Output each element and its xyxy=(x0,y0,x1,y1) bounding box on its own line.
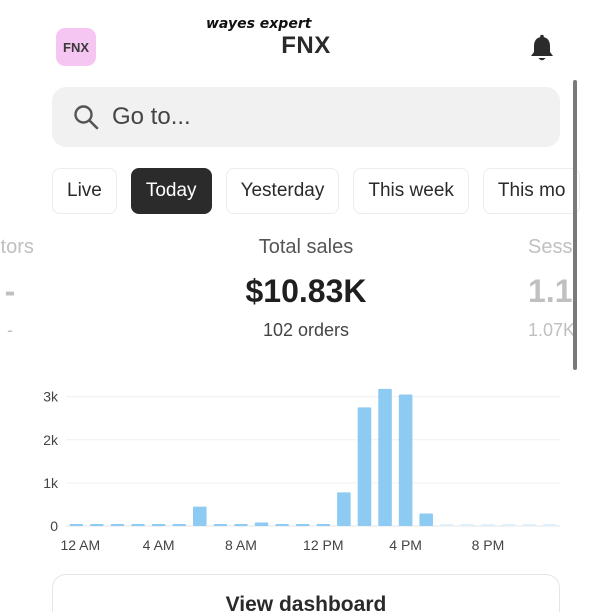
chart-bar xyxy=(110,524,125,526)
tab-today[interactable]: Today xyxy=(130,168,212,214)
y-tick-label: 2k xyxy=(43,432,59,448)
chart-bar xyxy=(254,522,269,526)
x-tick-label: 4 PM xyxy=(389,537,422,553)
chart-bar xyxy=(172,524,187,526)
metric-label: sitors xyxy=(0,236,34,258)
tab-yesterday[interactable]: Yesterday xyxy=(225,168,340,214)
metric-value: - xyxy=(4,273,16,309)
y-tick-label: 3k xyxy=(43,389,59,405)
search-bar[interactable] xyxy=(52,87,560,147)
chart-bar xyxy=(295,524,310,526)
date-range-tabs: Live Today Yesterday This week This mo xyxy=(52,168,582,214)
chart-bar xyxy=(419,513,434,526)
metrics-carousel[interactable]: sitors - - Total sales $10.83K 102 order… xyxy=(0,236,582,356)
metric-label: Total sales xyxy=(258,236,354,258)
x-tick-label: 8 AM xyxy=(225,537,257,553)
chart-bar xyxy=(481,524,495,526)
sales-chart: 0 1k 2k 3k 12 AM 4 AM 8 AM 12 PM 4 PM 8 PM xyxy=(43,388,560,553)
chart-bar xyxy=(439,524,454,526)
chart-bar xyxy=(522,524,536,526)
chart-bar xyxy=(151,524,166,526)
x-tick-label: 8 PM xyxy=(472,537,505,553)
search-input[interactable] xyxy=(112,103,512,131)
metric-sub: 102 orders xyxy=(262,320,350,340)
bell-icon[interactable] xyxy=(528,34,556,64)
x-tick-label: 12 PM xyxy=(303,537,343,553)
view-dashboard-button[interactable]: View dashboard xyxy=(52,574,560,612)
chart-bar xyxy=(378,388,392,526)
chart-bar xyxy=(213,524,228,526)
chart-bar xyxy=(337,492,351,526)
tab-this-week[interactable]: This week xyxy=(353,168,469,214)
app-header: FNX FNX xyxy=(0,0,612,80)
y-tick-label: 1k xyxy=(43,475,59,491)
chart-bar xyxy=(90,524,104,526)
app-title: FNX xyxy=(281,32,331,59)
scrollbar[interactable] xyxy=(573,80,577,370)
chart-bar xyxy=(316,524,331,526)
metric-sub: - xyxy=(7,320,13,340)
x-tick-label: 4 AM xyxy=(143,537,175,553)
search-icon xyxy=(74,105,99,130)
chart-bar xyxy=(275,524,289,526)
chart-bar xyxy=(131,524,145,526)
chart-bar xyxy=(69,524,84,526)
chart-bar xyxy=(460,524,475,526)
chart-bar xyxy=(542,524,557,526)
tab-live[interactable]: Live xyxy=(52,168,117,214)
chart-bar xyxy=(357,407,372,526)
y-tick-label: 0 xyxy=(50,518,58,534)
metric-sessions[interactable]: Sess 1.1 1.07K xyxy=(510,236,582,341)
chart-bar xyxy=(501,524,516,526)
x-tick-label: 12 AM xyxy=(60,537,100,553)
metric-total-sales[interactable]: Total sales $10.83K 102 orders xyxy=(206,236,406,341)
chart-bar xyxy=(398,394,413,526)
metric-value: $10.83K xyxy=(245,273,367,309)
chart-bar xyxy=(234,524,248,526)
tab-this-month[interactable]: This mo xyxy=(482,168,581,214)
chart-bar xyxy=(192,506,207,526)
metric-visitors[interactable]: sitors - - xyxy=(0,236,80,341)
